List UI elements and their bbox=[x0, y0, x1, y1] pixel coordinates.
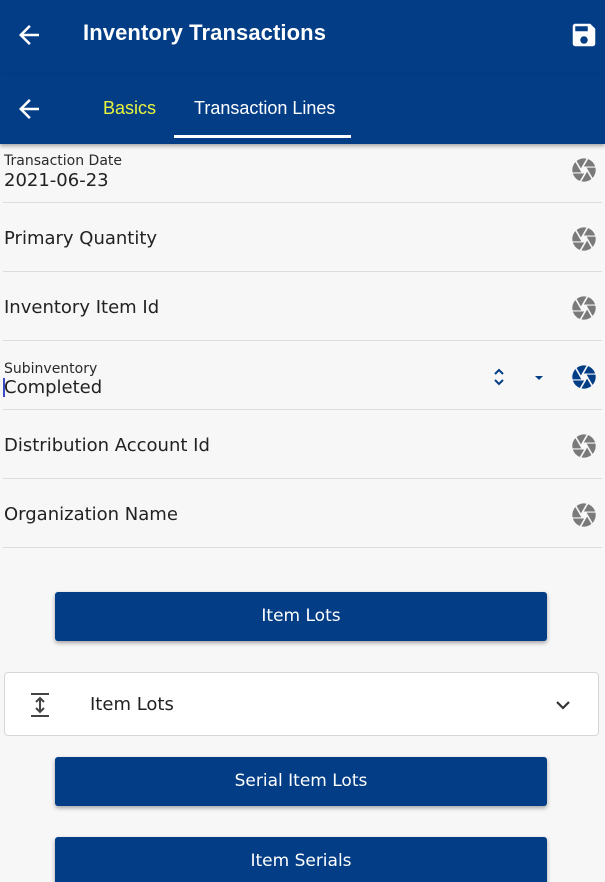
aperture-icon[interactable] bbox=[570, 225, 598, 253]
aperture-icon[interactable] bbox=[570, 363, 598, 391]
divider bbox=[3, 547, 602, 548]
transaction-date-label: Transaction Date bbox=[4, 153, 123, 169]
aperture-icon[interactable] bbox=[570, 294, 598, 322]
inventory-item-id-label: Inventory Item Id bbox=[4, 297, 160, 318]
app-bar: Inventory Transactions bbox=[0, 0, 605, 74]
aperture-icon[interactable] bbox=[570, 432, 598, 460]
distribution-account-id-label: Distribution Account Id bbox=[4, 435, 210, 456]
item-lots-expander[interactable]: Item Lots bbox=[4, 672, 599, 736]
subinventory-field[interactable]: Subinventory Completed bbox=[0, 341, 605, 410]
aperture-icon[interactable] bbox=[570, 156, 598, 184]
subinventory-label: Subinventory bbox=[4, 361, 98, 377]
item-lots-button[interactable]: Item Lots bbox=[55, 592, 547, 641]
item-serials-button[interactable]: Item Serials bbox=[55, 837, 547, 882]
tab-bar: Basics Transaction Lines bbox=[0, 74, 605, 144]
distribution-account-id-field[interactable]: Distribution Account Id bbox=[0, 410, 605, 479]
dropdown-arrow-icon[interactable] bbox=[532, 373, 546, 383]
serial-item-lots-button[interactable]: Serial Item Lots bbox=[55, 757, 547, 806]
primary-quantity-field[interactable]: Primary Quantity bbox=[0, 203, 605, 272]
arrow-left-icon[interactable] bbox=[14, 94, 44, 124]
subinventory-value[interactable]: Completed bbox=[4, 377, 102, 398]
tab-transaction-lines[interactable]: Transaction Lines bbox=[194, 98, 335, 119]
chevron-down-icon[interactable] bbox=[554, 698, 572, 712]
page-title: Inventory Transactions bbox=[83, 20, 327, 45]
primary-quantity-label: Primary Quantity bbox=[4, 228, 158, 249]
organization-name-field[interactable]: Organization Name bbox=[0, 479, 605, 548]
tab-basics[interactable]: Basics bbox=[103, 98, 156, 119]
arrow-left-icon[interactable] bbox=[14, 20, 44, 50]
active-tab-indicator bbox=[174, 135, 351, 138]
transaction-date-value[interactable]: 2021-06-23 bbox=[4, 170, 109, 191]
inventory-item-id-field[interactable]: Inventory Item Id bbox=[0, 272, 605, 341]
floppy-disk-icon[interactable] bbox=[569, 20, 599, 50]
organization-name-label: Organization Name bbox=[4, 504, 178, 525]
expander-label: Item Lots bbox=[90, 694, 174, 715]
sort-arrows-icon[interactable] bbox=[490, 366, 508, 388]
app: Inventory Transactions Basics Transactio… bbox=[0, 0, 605, 882]
transaction-date-field[interactable]: Transaction Date 2021-06-23 bbox=[0, 144, 605, 203]
expand-vertical-icon bbox=[31, 693, 49, 717]
aperture-icon[interactable] bbox=[570, 501, 598, 529]
